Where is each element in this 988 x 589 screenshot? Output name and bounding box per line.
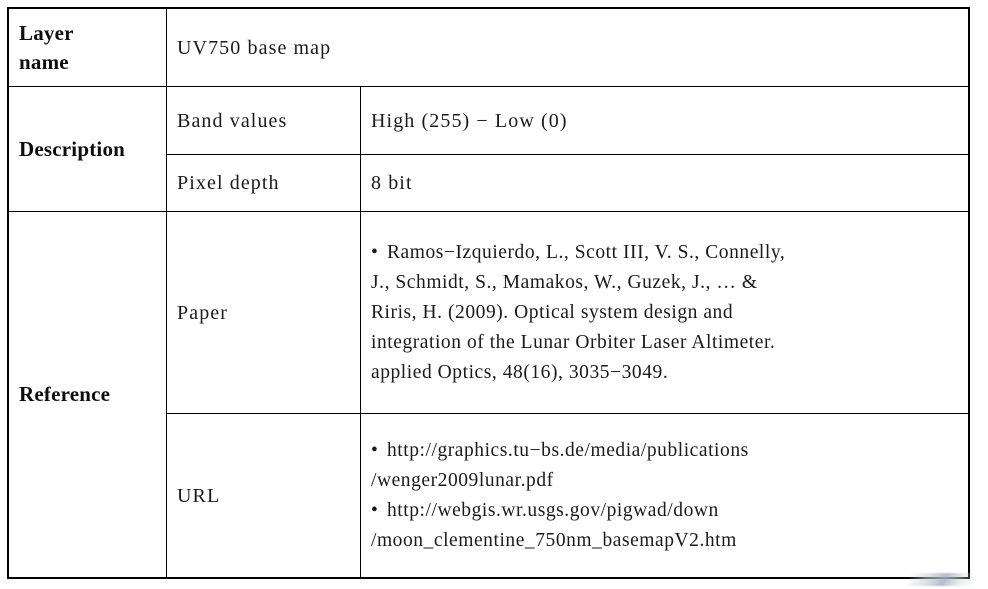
row-label-layer-name-line1: Layer: [19, 20, 74, 45]
metadata-table-container: Layer name UV750 base map Description Ba…: [6, 7, 971, 579]
bullet-icon: [371, 496, 387, 526]
text-line: Riris, H. (2009). Optical system design …: [371, 301, 734, 323]
text-line: /moon_clementine_750nm_basemapV2.htm: [371, 529, 737, 551]
text-line: http://webgis.wr.usgs.gov/pigwad/down: [371, 496, 968, 526]
row-label-description: Description: [8, 86, 167, 212]
text-line: applied Optics, 48(16), 3035−3049.: [371, 361, 669, 383]
row-label-reference: Reference: [8, 211, 167, 578]
bullet-icon: [371, 238, 387, 268]
cell-layer-name-value: UV750 base map: [165, 8, 970, 87]
sublabel-url: URL: [166, 413, 361, 578]
sublabel-paper: Paper: [166, 211, 361, 414]
row-label-layer-name-line2: name: [19, 49, 69, 74]
text-line: /wenger2009lunar.pdf: [371, 469, 554, 491]
table-row-paper: Reference Paper Ramos−Izquierdo, L., Sco…: [8, 211, 970, 578]
cell-paper-citation: Ramos−Izquierdo, L., Scott III, V. S., C…: [359, 211, 970, 414]
text-line: integration of the Lunar Orbiter Laser A…: [371, 331, 776, 353]
text-line: http://graphics.tu−bs.de/media/publicati…: [371, 436, 968, 466]
bullet-icon: [371, 436, 387, 466]
text-line: J., Schmidt, S., Mamakos, W., Guzek, J.,…: [371, 271, 758, 293]
cell-url-list: http://graphics.tu−bs.de/media/publicati…: [359, 413, 970, 578]
sublabel-pixel-depth: Pixel depth: [166, 154, 361, 212]
text-line: Ramos−Izquierdo, L., Scott III, V. S., C…: [371, 238, 968, 268]
table-row-band-values: Description Band values High (255) − Low…: [8, 86, 970, 212]
cell-pixel-depth-value: 8 bit: [359, 154, 970, 212]
row-label-layer-name: Layer name: [8, 8, 167, 87]
layer-metadata-table: Layer name UV750 base map Description Ba…: [6, 7, 971, 579]
table-row-layer-name: Layer name UV750 base map: [8, 8, 970, 87]
cell-band-values-value: High (255) − Low (0): [359, 86, 970, 155]
sublabel-band-values: Band values: [166, 86, 361, 155]
